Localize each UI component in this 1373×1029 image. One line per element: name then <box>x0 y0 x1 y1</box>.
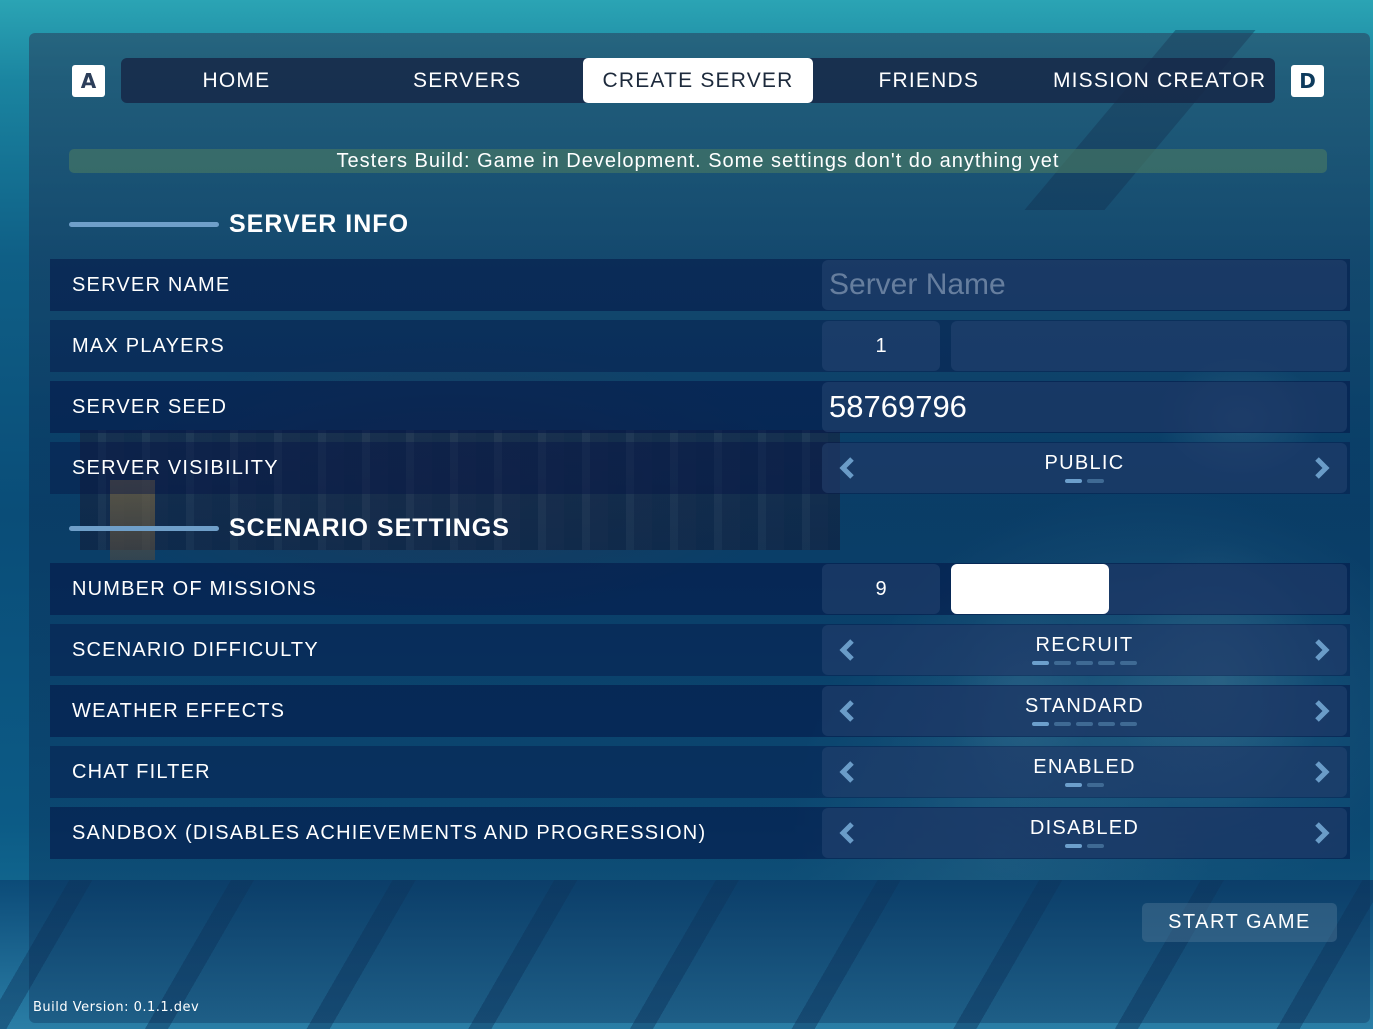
tab-mission-creator[interactable]: MISSION CREATOR <box>1044 58 1275 103</box>
setting-row-max-players: MAX PLAYERS 1 <box>50 320 1350 372</box>
section-divider-line <box>69 525 219 531</box>
selector-value: STANDARD <box>1025 695 1144 717</box>
chevron-right-icon[interactable] <box>1297 686 1347 736</box>
setting-label: SERVER NAME <box>72 273 231 296</box>
selector-value: DISABLED <box>1029 817 1140 839</box>
section-header-scenario-settings: SCENARIO SETTINGS <box>69 511 510 545</box>
chat-filter-selector[interactable]: ENABLED <box>822 747 1347 797</box>
chevron-left-icon[interactable] <box>822 443 872 493</box>
number-of-missions-slider[interactable] <box>951 564 1347 614</box>
number-of-missions-value: 9 <box>822 564 940 614</box>
option-dot <box>1120 722 1137 726</box>
chevron-right-icon[interactable] <box>1297 443 1347 493</box>
nav-next-key-hint[interactable]: D <box>1291 65 1324 97</box>
setting-label: SANDBOX (DISABLES ACHIEVEMENTS AND PROGR… <box>72 821 707 844</box>
chevron-right-icon[interactable] <box>1297 747 1347 797</box>
setting-row-scenario-difficulty: SCENARIO DIFFICULTY RECRUIT <box>50 624 1350 676</box>
main-nav-tabs: HOME SERVERS CREATE SERVER FRIENDS MISSI… <box>121 58 1275 103</box>
setting-row-server-name: SERVER NAME <box>50 259 1350 311</box>
chevron-left-icon[interactable] <box>822 625 872 675</box>
setting-label: SERVER VISIBILITY <box>72 456 279 479</box>
option-indicator <box>822 844 1347 848</box>
sandbox-selector[interactable]: DISABLED <box>822 808 1347 858</box>
setting-row-weather-effects: WEATHER EFFECTS STANDARD <box>50 685 1350 737</box>
option-dot <box>1098 722 1115 726</box>
setting-row-chat-filter: CHAT FILTER ENABLED <box>50 746 1350 798</box>
slider-fill[interactable] <box>951 564 1110 614</box>
tab-create-server[interactable]: CREATE SERVER <box>582 58 814 103</box>
setting-label: SCENARIO DIFFICULTY <box>72 638 319 661</box>
chevron-left-icon[interactable] <box>822 808 872 858</box>
option-dot <box>1120 661 1137 665</box>
setting-row-server-visibility: SERVER VISIBILITY PUBLIC <box>50 442 1350 494</box>
max-players-value: 1 <box>822 321 940 371</box>
option-dot-selected <box>1065 783 1082 787</box>
server-visibility-selector[interactable]: PUBLIC <box>822 443 1347 493</box>
option-indicator <box>822 722 1347 726</box>
option-dot <box>1098 661 1115 665</box>
selector-value: RECRUIT <box>1035 634 1134 656</box>
tab-home[interactable]: HOME <box>121 58 352 103</box>
option-dot <box>1087 479 1104 483</box>
section-divider-line <box>69 221 219 227</box>
setting-row-number-of-missions: NUMBER OF MISSIONS 9 <box>50 563 1350 615</box>
nav-prev-key-hint[interactable]: A <box>72 65 105 97</box>
tab-servers[interactable]: SERVERS <box>352 58 583 103</box>
chevron-right-icon[interactable] <box>1297 625 1347 675</box>
setting-label: CHAT FILTER <box>72 760 211 783</box>
setting-label: NUMBER OF MISSIONS <box>72 577 317 600</box>
chevron-left-icon[interactable] <box>822 686 872 736</box>
section-title: SERVER INFO <box>229 209 410 238</box>
setting-label: SERVER SEED <box>72 395 228 418</box>
build-version: Build Version: 0.1.1.dev <box>33 1000 200 1015</box>
server-name-input[interactable] <box>822 260 1347 310</box>
option-dot-selected <box>1065 844 1082 848</box>
chevron-right-icon[interactable] <box>1297 808 1347 858</box>
setting-row-sandbox: SANDBOX (DISABLES ACHIEVEMENTS AND PROGR… <box>50 807 1350 859</box>
setting-row-server-seed: SERVER SEED 58769796 <box>50 381 1350 433</box>
setting-label: MAX PLAYERS <box>72 334 225 357</box>
selector-value: PUBLIC <box>1044 452 1125 474</box>
start-game-button[interactable]: START GAME <box>1142 903 1337 942</box>
max-players-slider[interactable] <box>951 321 1347 371</box>
section-title: SCENARIO SETTINGS <box>229 513 510 542</box>
option-dot <box>1054 722 1071 726</box>
option-indicator <box>822 783 1347 787</box>
section-header-server-info: SERVER INFO <box>69 207 409 241</box>
option-dot-selected <box>1065 479 1082 483</box>
option-dot <box>1054 661 1071 665</box>
selector-value: ENABLED <box>1033 756 1136 778</box>
scenario-difficulty-selector[interactable]: RECRUIT <box>822 625 1347 675</box>
option-dot-selected <box>1032 722 1049 726</box>
option-indicator <box>822 479 1347 483</box>
tab-friends[interactable]: FRIENDS <box>813 58 1044 103</box>
option-dot <box>1076 661 1093 665</box>
option-dot <box>1087 783 1104 787</box>
chevron-left-icon[interactable] <box>822 747 872 797</box>
weather-effects-selector[interactable]: STANDARD <box>822 686 1347 736</box>
server-seed-input[interactable]: 58769796 <box>822 382 1347 432</box>
option-dot <box>1076 722 1093 726</box>
testers-build-notice: Testers Build: Game in Development. Some… <box>69 149 1327 173</box>
option-indicator <box>822 661 1347 665</box>
setting-label: WEATHER EFFECTS <box>72 699 286 722</box>
option-dot-selected <box>1032 661 1049 665</box>
option-dot <box>1087 844 1104 848</box>
